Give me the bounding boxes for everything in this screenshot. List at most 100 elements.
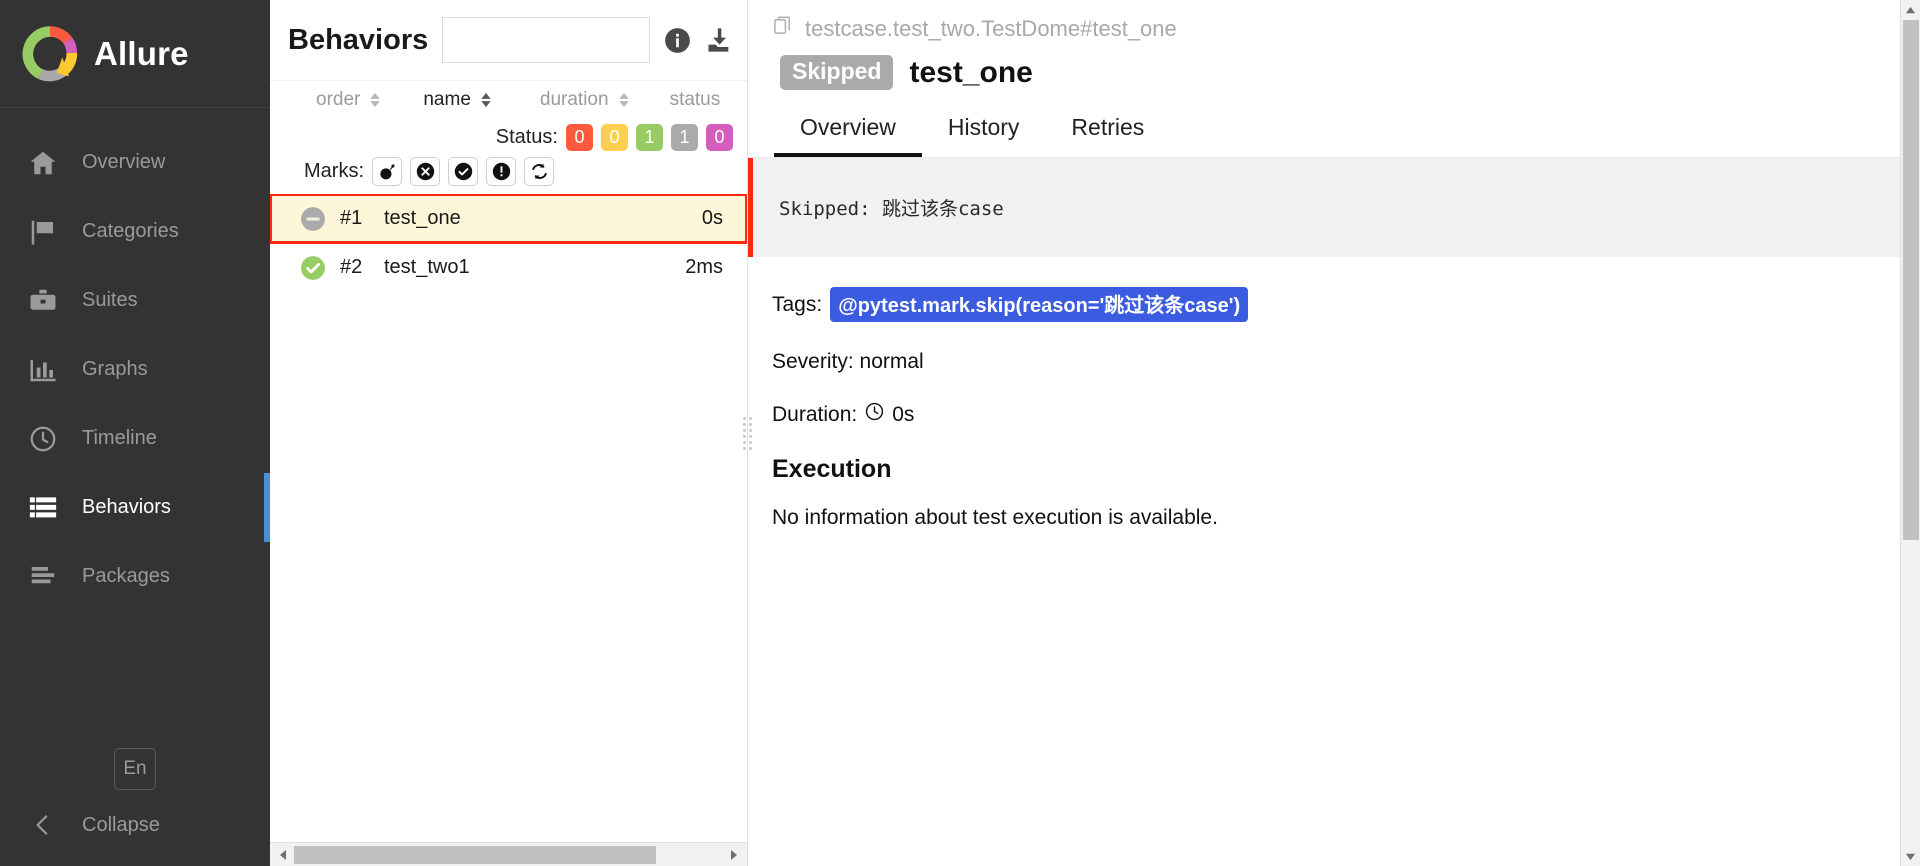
- sidebar-item-categories[interactable]: Categories: [0, 197, 270, 266]
- horizontal-scrollbar[interactable]: [270, 842, 747, 866]
- row-name: test_two1: [384, 256, 470, 278]
- table-row[interactable]: #1 test_one 0s: [270, 194, 747, 244]
- column-label: name: [423, 88, 471, 110]
- tab-overview[interactable]: Overview: [774, 108, 922, 157]
- duration-row: Duration: 0s: [772, 402, 1896, 427]
- status-chip-passed[interactable]: 1: [636, 123, 663, 151]
- skipped-status-icon: [300, 206, 326, 232]
- language-button[interactable]: En: [114, 748, 156, 790]
- sort-arrows-icon: [369, 92, 381, 107]
- tab-retries[interactable]: Retries: [1045, 108, 1170, 157]
- breadcrumb-text: testcase.test_two.TestDome#test_one: [805, 15, 1177, 41]
- test-rows: #1 test_one 0s #2 test_two1 2ms: [270, 194, 747, 842]
- scroll-right-icon[interactable]: [723, 849, 745, 861]
- test-detail-panel: testcase.test_two.TestDome#test_one Skip…: [748, 0, 1920, 866]
- brand-name: Allure: [94, 34, 189, 72]
- sidebar-item-label: Graphs: [82, 358, 148, 380]
- scroll-down-icon[interactable]: [1905, 846, 1916, 866]
- sidebar-item-behaviors[interactable]: Behaviors: [0, 473, 270, 542]
- tags-row: Tags: @pytest.mark.skip(reason='跳过该条case…: [772, 287, 1896, 322]
- brand-header[interactable]: Allure: [0, 0, 270, 108]
- sidebar-item-label: Packages: [82, 565, 170, 587]
- column-label: order: [316, 88, 361, 110]
- flag-icon: [26, 215, 60, 249]
- flaky-mark-icon[interactable]: [372, 156, 402, 186]
- behaviors-list-panel: Behaviors order name duration status Sta…: [270, 0, 752, 866]
- sidebar-item-graphs[interactable]: Graphs: [0, 335, 270, 404]
- execution-text: No information about test execution is a…: [772, 506, 1218, 529]
- tags-label: Tags:: [772, 292, 823, 316]
- chevron-left-icon: [26, 812, 60, 838]
- scroll-up-icon[interactable]: [1905, 0, 1916, 20]
- tab-history[interactable]: History: [922, 108, 1046, 157]
- status-chip-unknown[interactable]: 0: [706, 123, 733, 151]
- table-row[interactable]: #2 test_two1 2ms: [270, 243, 747, 292]
- severity-row: Severity: normal: [772, 350, 924, 373]
- list-icon: [26, 491, 60, 525]
- sidebar-item-suites[interactable]: Suites: [0, 266, 270, 335]
- sidebar-item-label: Suites: [82, 289, 138, 311]
- window-scrollbar-thumb[interactable]: [1902, 20, 1919, 540]
- info-icon[interactable]: [664, 27, 691, 54]
- status-filter-row: Status: 0 0 1 1 0: [284, 120, 733, 154]
- column-status[interactable]: status: [670, 89, 721, 111]
- column-headers: order name duration status: [270, 80, 747, 118]
- column-label: status: [669, 88, 721, 110]
- sidebar-footer: En Collapse: [0, 748, 270, 866]
- status-chip-skipped[interactable]: 1: [671, 123, 698, 151]
- column-name[interactable]: name: [423, 89, 492, 111]
- marks-filter-row: Marks:: [284, 154, 733, 188]
- sort-arrows-icon: [480, 92, 492, 107]
- sidebar-item-label: Timeline: [82, 427, 157, 449]
- window-scrollbar-track[interactable]: [1901, 20, 1920, 846]
- column-order[interactable]: order: [316, 89, 381, 111]
- collapse-label: Collapse: [82, 813, 160, 836]
- test-title: test_one: [909, 55, 1033, 89]
- scrollbar-track[interactable]: [294, 845, 723, 864]
- retry-mark-icon[interactable]: [524, 156, 554, 186]
- scroll-left-icon[interactable]: [272, 849, 294, 861]
- clock-icon: [26, 422, 60, 456]
- tag-pill[interactable]: @pytest.mark.skip(reason='跳过该条case'): [830, 287, 1249, 322]
- passed-mark-icon[interactable]: [448, 156, 478, 186]
- scrollbar-thumb[interactable]: [294, 845, 656, 864]
- allure-donut-logo: [22, 25, 78, 82]
- row-name: test_one: [384, 207, 461, 229]
- allure-report-app: Allure Overview Categories Suites Graphs…: [0, 0, 1920, 866]
- copy-icon[interactable]: [772, 14, 795, 43]
- detail-tabs: Overview History Retries: [748, 108, 1920, 158]
- breadcrumb[interactable]: testcase.test_two.TestDome#test_one: [772, 14, 1896, 43]
- sidebar-item-label: Categories: [82, 220, 179, 242]
- search-input[interactable]: [442, 17, 650, 63]
- briefcase-icon: [26, 284, 60, 318]
- detail-body: Tags: @pytest.mark.skip(reason='跳过该条case…: [748, 257, 1920, 530]
- status-chip-broken[interactable]: 0: [601, 123, 628, 151]
- sidebar-item-label: Behaviors: [82, 496, 171, 518]
- download-icon[interactable]: [705, 26, 733, 54]
- status-filter-label: Status:: [495, 125, 558, 148]
- title-row: Skipped test_one: [772, 55, 1896, 90]
- status-badge: Skipped: [780, 55, 894, 90]
- sort-arrows-icon: [618, 92, 630, 107]
- packages-icon: [26, 560, 60, 594]
- sidebar-item-packages[interactable]: Packages: [0, 542, 270, 611]
- passed-status-icon: [300, 255, 326, 281]
- sidebar-nav: Overview Categories Suites Graphs Timeli…: [0, 108, 270, 611]
- marks-filter-label: Marks:: [304, 159, 364, 182]
- duration-value: 0s: [892, 402, 915, 426]
- panel-splitter[interactable]: [742, 407, 752, 459]
- sidebar-item-overview[interactable]: Overview: [0, 128, 270, 197]
- clock-icon: [865, 402, 884, 427]
- row-duration: 0s: [701, 207, 723, 229]
- window-scrollbar[interactable]: [1900, 0, 1920, 866]
- sidebar-item-label: Overview: [82, 151, 166, 173]
- broken-mark-icon[interactable]: [486, 156, 516, 186]
- collapse-button[interactable]: Collapse: [0, 812, 270, 838]
- column-duration[interactable]: duration: [540, 89, 630, 111]
- sidebar-item-timeline[interactable]: Timeline: [0, 404, 270, 473]
- failed-mark-icon[interactable]: [410, 156, 440, 186]
- status-message-box: Skipped: 跳过该条case: [748, 158, 1920, 257]
- list-header-icons: [664, 26, 733, 54]
- status-chip-failed[interactable]: 0: [566, 123, 593, 151]
- duration-label: Duration:: [772, 402, 858, 426]
